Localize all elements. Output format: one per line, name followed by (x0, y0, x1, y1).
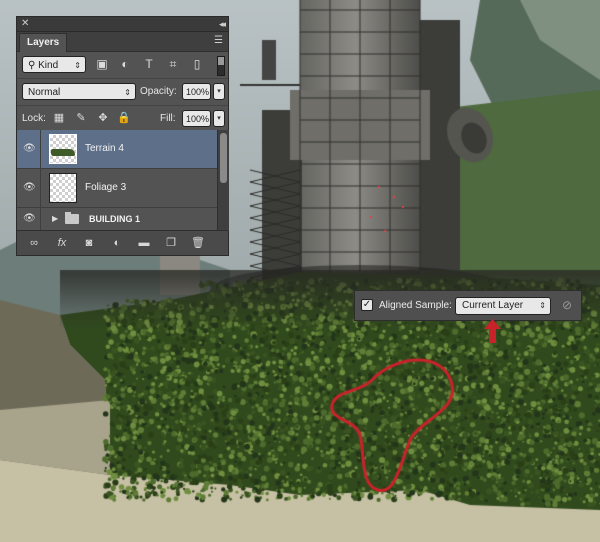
shape-filter-icon[interactable]: ⌗ (165, 56, 181, 73)
group-name[interactable]: BUILDING 1 (89, 208, 140, 230)
add-mask-icon[interactable]: ◙ (81, 235, 97, 251)
fill-dropdown-icon[interactable]: ▾ (213, 110, 225, 127)
trash-icon[interactable]: 🗑 (190, 235, 206, 251)
kind-label: Kind (38, 60, 59, 71)
lock-all-icon[interactable]: 🔒 (117, 110, 131, 127)
filter-row: ⚲ Kind ⇕ ▣ ◐ T ⌗ ▯ (17, 52, 228, 79)
lock-row: Lock: ▦ ✎ ✥ 🔒 Fill: 100% ▾ (17, 106, 228, 133)
new-group-icon[interactable]: ▬ (136, 235, 152, 251)
blend-mode-select[interactable]: Normal ⇕ (22, 83, 136, 100)
layer-thumbnail[interactable] (49, 173, 77, 203)
folder-icon (65, 212, 79, 224)
collapse-icon[interactable]: ◂◂ (219, 18, 226, 30)
layer-name[interactable]: Foliage 3 (85, 169, 126, 207)
layers-panel: ✕ ◂◂ Layers ☰ ⚲ Kind ⇕ ▣ ◐ T ⌗ ▯ Normal … (16, 16, 229, 256)
red-pointer-arrow (484, 319, 501, 343)
lock-position-icon[interactable]: ✥ (96, 110, 110, 127)
panel-title-bar: ✕ ◂◂ (17, 17, 228, 32)
select-arrow-icon: ⇕ (74, 61, 81, 70)
opacity-dropdown-icon[interactable]: ▾ (213, 83, 225, 100)
arrow-shape (484, 319, 501, 343)
expand-caret-icon[interactable]: ▶ (52, 208, 58, 230)
layer-row-terrain-4[interactable]: 👁 Terrain 4 (17, 130, 217, 169)
layer-group-building-1[interactable]: 👁 ▶ BUILDING 1 (17, 208, 217, 231)
adjustment-filter-icon[interactable]: ◐ (117, 56, 133, 73)
eye-icon[interactable]: 👁 (23, 214, 36, 224)
eye-icon[interactable]: 👁 (23, 144, 36, 154)
type-filter-icon[interactable]: T (141, 56, 157, 73)
opacity-label: Opacity: (140, 86, 177, 97)
blend-mode-value: Normal (28, 87, 61, 98)
terrain-thumbnail-art (51, 149, 75, 156)
select-arrow-icon: ⇕ (539, 301, 546, 310)
eye-icon[interactable]: 👁 (23, 183, 36, 193)
divider (40, 169, 41, 207)
lock-image-pixels-icon[interactable]: ✎ (74, 110, 88, 127)
close-icon[interactable]: ✕ (21, 18, 29, 30)
divider (40, 130, 41, 168)
lock-transparent-pixels-icon[interactable]: ▦ (52, 110, 66, 127)
opacity-input[interactable]: 100% (182, 83, 211, 100)
new-layer-icon[interactable]: ❐ (163, 235, 179, 251)
panel-tab-bar: Layers ☰ (17, 32, 228, 52)
layer-thumbnail[interactable] (49, 134, 77, 164)
layer-list: 👁 Terrain 4 👁 Foliage 3 👁 ▶ BUILDING 1 (17, 130, 217, 231)
clone-options-bar: ✓ Aligned Sample: Current Layer ⇕ ⊘ (354, 290, 582, 321)
aligned-checkbox[interactable]: ✓ (361, 299, 373, 311)
layer-style-icon[interactable]: fx (54, 235, 70, 251)
lock-label: Lock: (22, 113, 46, 124)
sample-select[interactable]: Current Layer ⇕ (455, 297, 551, 315)
smart-object-filter-icon[interactable]: ▯ (189, 56, 205, 73)
aligned-sample-label: Aligned Sample: (379, 299, 452, 312)
select-arrow-icon: ⇕ (124, 88, 131, 97)
ignore-adjustment-layers-icon[interactable]: ⊘ (560, 298, 574, 312)
kind-filter-select[interactable]: ⚲ Kind ⇕ (22, 56, 86, 73)
filter-toggle-switch[interactable] (217, 56, 225, 76)
layer-name[interactable]: Terrain 4 (85, 130, 124, 168)
fill-input[interactable]: 100% (182, 110, 211, 127)
adjustment-layer-icon[interactable]: ◐ (109, 235, 125, 251)
layer-list-scrollbar[interactable] (217, 130, 229, 231)
sample-value: Current Layer (462, 300, 524, 311)
tab-layers[interactable]: Layers (19, 33, 68, 52)
scrollbar-thumb[interactable] (220, 133, 227, 183)
blend-row: Normal ⇕ Opacity: 100% ▾ (17, 79, 228, 106)
sample-label: Sample: (415, 300, 452, 311)
fill-label: Fill: (160, 113, 176, 124)
layer-row-foliage-3[interactable]: 👁 Foliage 3 (17, 169, 217, 208)
search-icon: ⚲ (28, 60, 36, 71)
image-filter-icon[interactable]: ▣ (94, 56, 110, 73)
panel-footer: ∞ fx ◙ ◐ ▬ ❐ 🗑 (17, 230, 228, 255)
divider (40, 208, 41, 230)
aligned-label: Aligned (379, 300, 413, 311)
panel-menu-icon[interactable]: ☰ (214, 35, 223, 46)
link-layers-icon[interactable]: ∞ (26, 235, 42, 251)
